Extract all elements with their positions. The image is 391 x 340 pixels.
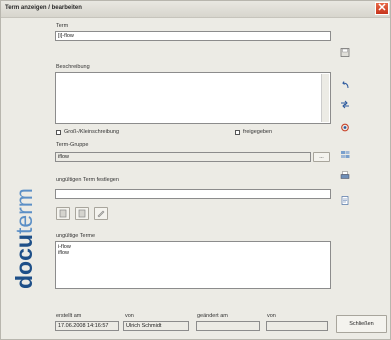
group-label: Term-Gruppe <box>56 142 89 148</box>
save-icon <box>340 48 350 57</box>
list-item[interactable]: iflow <box>58 250 328 256</box>
title-bar: Term anzeigen / bearbeiten ✕ <box>1 1 390 18</box>
print-icon <box>340 171 350 179</box>
docuterm-logo: docuterm <box>11 188 37 289</box>
edit-icon <box>97 210 105 218</box>
group-browse-button[interactable]: ... <box>313 152 330 162</box>
close-button[interactable]: Schließen <box>336 315 387 333</box>
term-label: Term <box>56 23 69 29</box>
invalid-term-input[interactable] <box>55 189 331 199</box>
refresh-button[interactable] <box>338 121 352 134</box>
changed-by-field <box>266 321 328 331</box>
description-scrollbar[interactable] <box>321 74 329 122</box>
undo-icon <box>342 81 349 89</box>
group-field: iflow <box>55 152 311 162</box>
changed-field <box>196 321 260 331</box>
invalid-terms-list[interactable]: i-flow iflow <box>55 241 331 289</box>
invalid-term-label: ungültigen Term festlegen <box>56 177 119 183</box>
term-list-icon <box>341 151 350 158</box>
edit-invalid-term-button[interactable] <box>94 207 108 220</box>
description-textarea[interactable] <box>55 72 331 124</box>
search-replace-button[interactable] <box>338 98 352 111</box>
created-by-label: von <box>125 313 134 319</box>
close-icon[interactable]: ✕ <box>375 2 389 15</box>
save-button[interactable] <box>338 46 352 59</box>
refresh-icon <box>341 123 349 132</box>
remove-icon <box>78 209 86 218</box>
changed-label: geändert am <box>197 313 228 319</box>
export-button[interactable] <box>338 194 352 207</box>
export-icon <box>341 196 349 205</box>
remove-invalid-term-button[interactable] <box>75 207 89 220</box>
term-input[interactable]: [i]-flow <box>55 31 331 41</box>
add-invalid-term-button[interactable] <box>56 207 70 220</box>
case-label: Groß-/Kleinschreibung <box>64 129 120 135</box>
invalid-terms-label: ungültige Terme <box>56 233 96 239</box>
add-icon <box>59 209 67 218</box>
window-title: Term anzeigen / bearbeiten <box>5 5 82 11</box>
term-list-button[interactable] <box>338 148 352 161</box>
created-label: erstellt am <box>56 313 82 319</box>
released-checkbox[interactable] <box>235 130 240 135</box>
created-field: 17.06.2008 14:16:57 <box>55 321 119 331</box>
search-replace-icon <box>341 100 349 109</box>
case-checkbox[interactable] <box>56 130 61 135</box>
term-dialog: Term anzeigen / bearbeiten ✕ docuterm Te… <box>0 0 391 340</box>
released-label: freigegeben <box>243 129 273 135</box>
description-label: Beschreibung <box>56 64 90 70</box>
created-by-field: Ulrich Schmidt <box>123 321 189 331</box>
print-button[interactable] <box>338 169 352 182</box>
undo-button[interactable] <box>338 79 352 92</box>
changed-by-label: von <box>267 313 276 319</box>
